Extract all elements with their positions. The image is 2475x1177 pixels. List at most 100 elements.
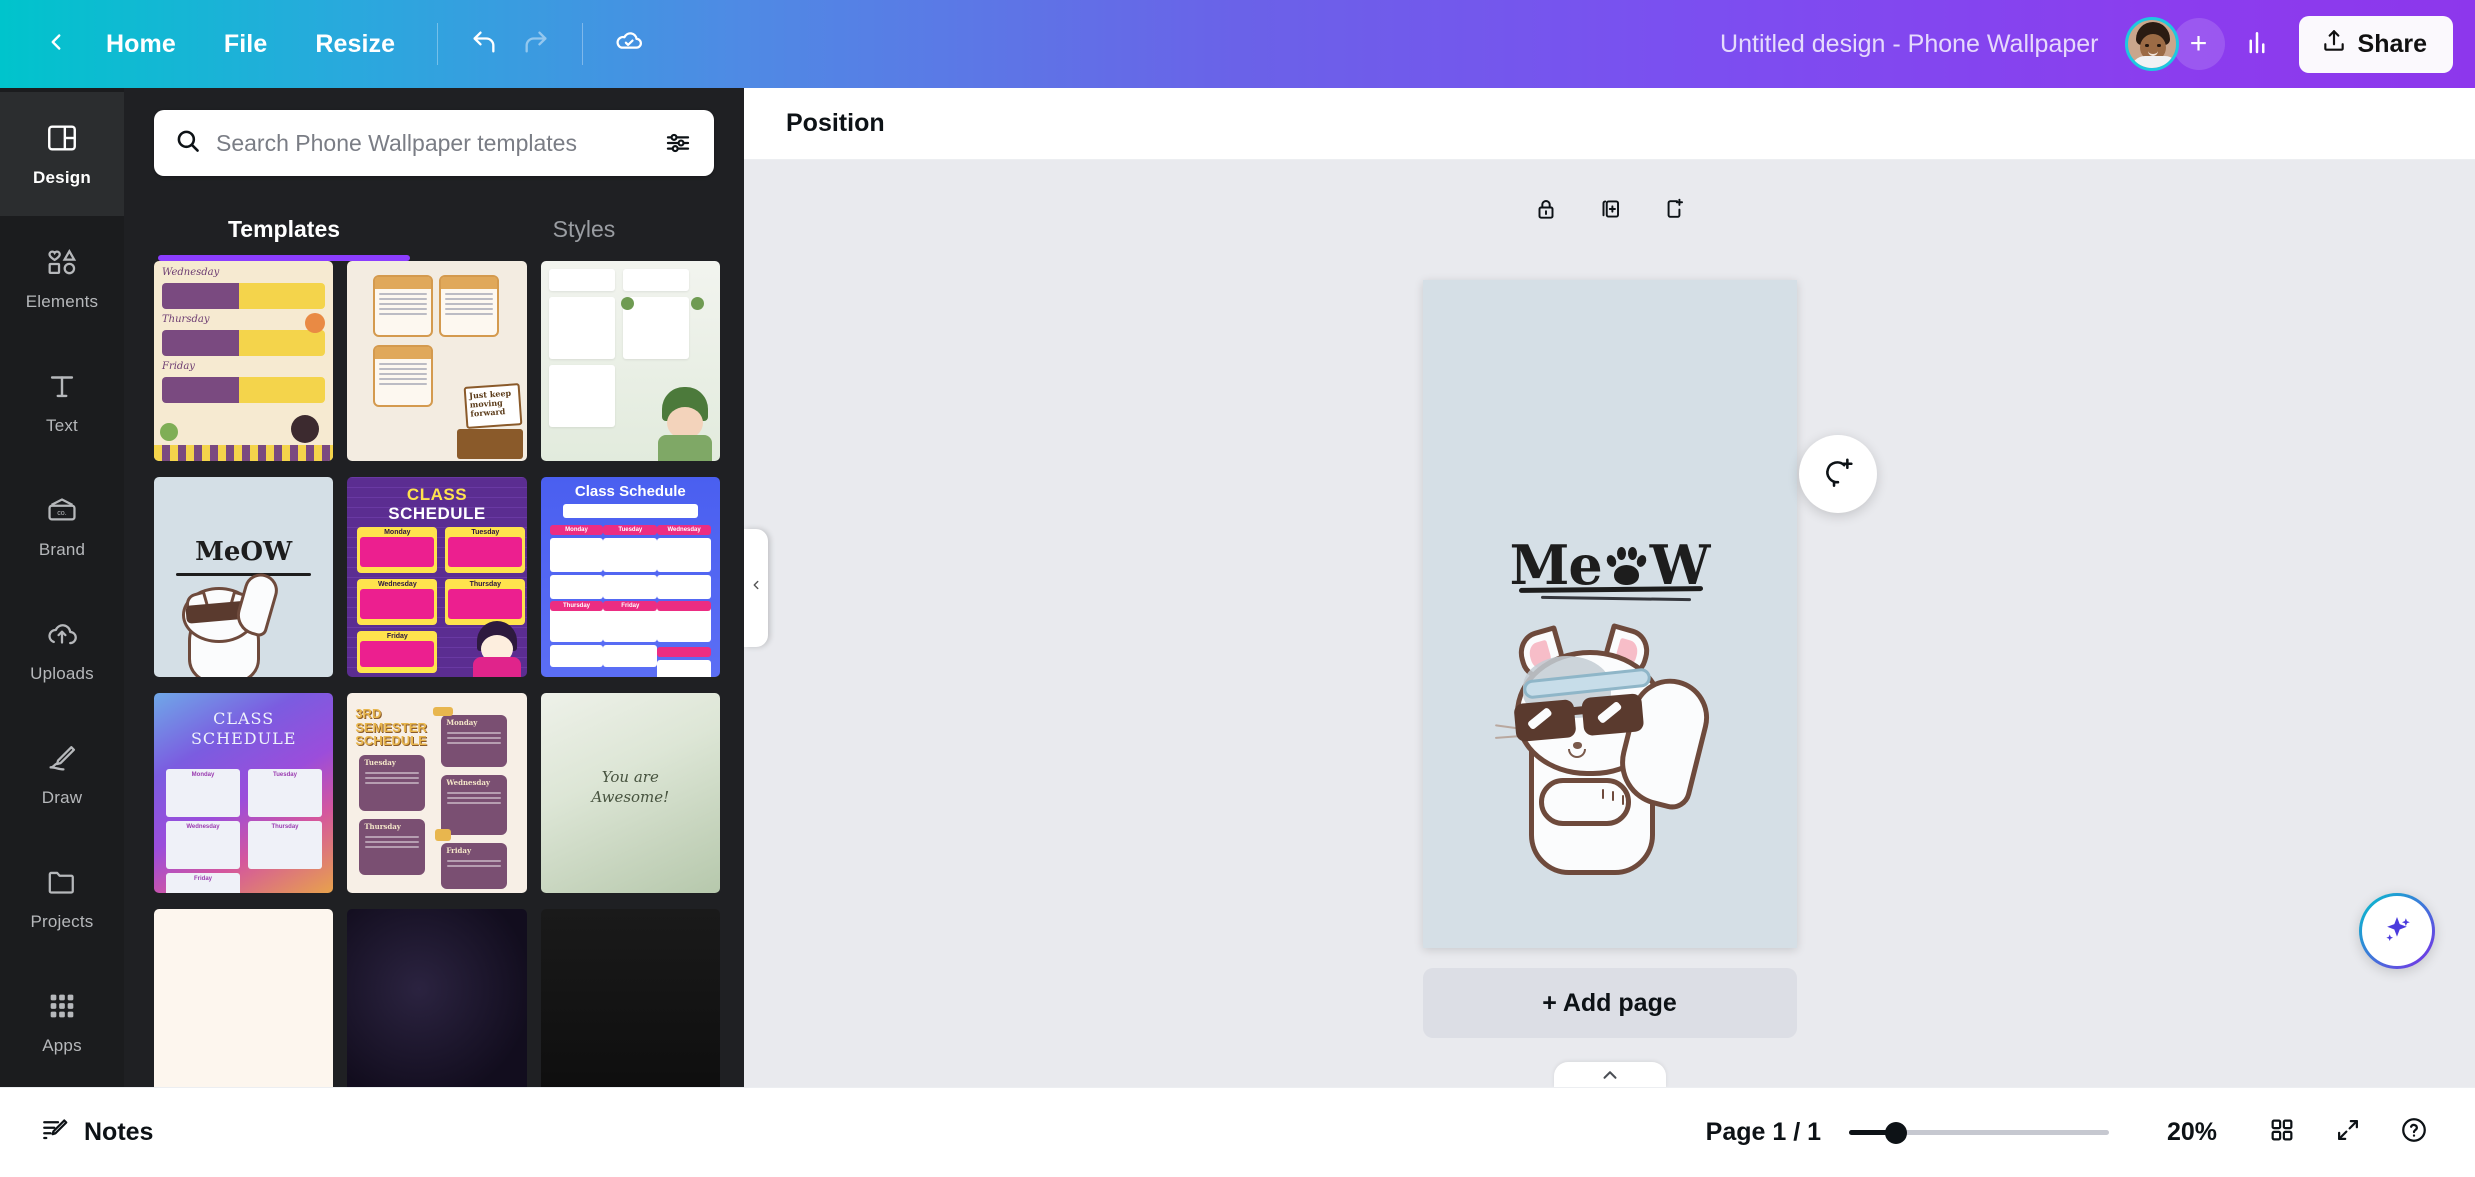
analytics-button[interactable]	[2231, 18, 2283, 70]
template-thumbnail[interactable]: CLASS SCHEDULE Monday Tuesday Wednesday …	[347, 477, 527, 677]
zoom-percent-label[interactable]: 20%	[2143, 1118, 2217, 1147]
thumb-quote-note: Just keep moving forward	[463, 383, 523, 429]
undo-button[interactable]	[458, 18, 510, 70]
add-page-icon-button[interactable]	[1651, 188, 1697, 234]
template-thumbnail[interactable]	[540, 909, 720, 1087]
sidebar-item-text[interactable]: Text	[0, 340, 124, 464]
template-thumbnail[interactable]: Just keep moving forward	[347, 261, 527, 461]
sidebar-item-design[interactable]: Design	[0, 92, 124, 216]
sidebar-item-elements[interactable]: Elements	[0, 216, 124, 340]
duplicate-icon	[1597, 196, 1623, 227]
help-button[interactable]	[2387, 1106, 2441, 1160]
search-box[interactable]	[154, 110, 714, 176]
toolbar-divider-2	[582, 23, 584, 65]
template-thumbnail[interactable]: Class Schedule Monday Tuesday Wednesday	[540, 477, 720, 677]
text-t-icon	[45, 369, 79, 408]
page-indicator: Page 1 / 1	[1705, 1118, 1821, 1146]
add-page-button[interactable]: + Add page	[1422, 968, 1797, 1038]
thumb-lines	[375, 289, 431, 319]
thumb-cell: Tuesday	[248, 769, 322, 817]
sliders-filter-icon[interactable]	[658, 123, 698, 163]
template-thumbnail[interactable]	[540, 261, 720, 461]
thumb-day: Thursday	[469, 581, 502, 588]
duplicate-page-button[interactable]	[1587, 188, 1633, 234]
collapse-panel-button[interactable]	[744, 528, 768, 647]
notes-button[interactable]: Notes	[24, 1104, 169, 1161]
tab-templates[interactable]: Templates	[134, 202, 434, 261]
cat-with-sunglasses-illustration	[1494, 622, 1727, 878]
top-bar: Home File Resize Untitled design - Phone…	[0, 0, 2475, 88]
template-thumbnail[interactable]: Wednesday Thursday Friday	[154, 261, 334, 461]
thumb-pane	[548, 297, 615, 359]
thumb-column: Friday	[603, 601, 658, 667]
sidebar-item-brand[interactable]: co. Brand	[0, 464, 124, 588]
back-button[interactable]	[34, 22, 78, 66]
search-input[interactable]	[216, 129, 644, 157]
thumb-flower	[160, 423, 178, 441]
thumb-card: Tuesday	[359, 755, 426, 811]
cloud-save-status[interactable]	[603, 18, 655, 70]
avatar[interactable]	[2124, 17, 2179, 71]
thumb-kid-body	[657, 435, 712, 461]
redo-button[interactable]	[510, 18, 562, 70]
template-thumbnail[interactable]: 3RD SEMESTER SCHEDULE Monday Tuesday Wed…	[347, 693, 527, 893]
thumb-lines	[441, 289, 497, 319]
menu-item-home[interactable]: Home	[84, 19, 198, 70]
thumb-day: Monday	[384, 529, 411, 536]
tab-styles[interactable]: Styles	[434, 202, 734, 261]
menu-item-file[interactable]: File	[202, 19, 289, 70]
lock-page-button[interactable]	[1523, 188, 1569, 234]
design-title[interactable]: Untitled design - Phone Wallpaper	[1720, 30, 2098, 59]
share-upload-icon	[2321, 28, 2347, 61]
design-page[interactable]: Me W	[1422, 280, 1797, 948]
thumb-day-block: Wednesday	[357, 579, 438, 625]
add-comment-button[interactable]	[1799, 435, 1877, 513]
canvas-area[interactable]: Me W + Add page	[744, 160, 2475, 1087]
thumb-day-block: Monday	[357, 527, 438, 573]
avatar-shirt	[2130, 56, 2176, 68]
thumb-quote: You are Awesome!	[591, 768, 670, 807]
position-button[interactable]: Position	[774, 101, 897, 146]
template-thumbnail[interactable]: CLASS SCHEDULE Monday Tuesday Wednesday T…	[154, 693, 334, 893]
cloud-check-icon	[614, 27, 644, 62]
paw-print-icon	[1604, 545, 1648, 585]
thumb-flower	[690, 297, 704, 310]
sidebar-item-projects[interactable]: Projects	[0, 836, 124, 960]
grid-view-button[interactable]	[2255, 1106, 2309, 1160]
chevron-left-icon	[43, 29, 69, 60]
templates-grid: Wednesday Thursday Friday Just keep movi…	[124, 261, 744, 1087]
zoom-handle[interactable]	[1885, 1121, 1908, 1144]
left-sidebar: Design Elements Text co. Brand Uploads D…	[0, 88, 124, 1087]
thumb-pane	[548, 365, 615, 427]
thumb-shelf	[433, 707, 454, 716]
template-thumbnail[interactable]	[154, 909, 334, 1087]
template-thumbnail[interactable]: MeOW	[154, 477, 334, 677]
sidebar-item-uploads[interactable]: Uploads	[0, 588, 124, 712]
fullscreen-icon	[2334, 1116, 2362, 1149]
layout-icon	[45, 121, 79, 160]
template-thumbnail[interactable]: You are Awesome!	[540, 693, 720, 893]
avatar-eye-left	[2144, 44, 2149, 47]
template-thumbnail[interactable]	[347, 909, 527, 1087]
share-button[interactable]: Share	[2298, 15, 2453, 73]
fullscreen-button[interactable]	[2321, 1106, 2375, 1160]
thumb-cell: Friday	[166, 873, 240, 893]
add-collaborator-button[interactable]: +	[2172, 18, 2225, 70]
thumb-day-block: Tuesday	[445, 527, 526, 573]
thumb-cell: Thursday	[248, 821, 322, 869]
notes-expand-handle[interactable]	[1553, 1062, 1666, 1087]
sidebar-item-apps[interactable]: Apps	[0, 960, 124, 1084]
undo-icon	[470, 28, 498, 61]
magic-assistant-button[interactable]	[2359, 893, 2435, 969]
menu-item-resize[interactable]: Resize	[293, 19, 417, 70]
add-page-icon	[1661, 196, 1687, 227]
thumb-day: Friday	[386, 633, 408, 640]
thumb-card	[373, 345, 434, 407]
design-page-wrap: Me W	[1422, 280, 1797, 948]
zoom-slider[interactable]	[1849, 1120, 2109, 1146]
thumb-title-line1: CLASS	[406, 485, 468, 504]
thumb-underline	[176, 573, 312, 576]
object-toolbar: Position	[744, 88, 2475, 160]
sidebar-item-draw[interactable]: Draw	[0, 712, 124, 836]
notes-pencil-icon	[40, 1114, 70, 1151]
